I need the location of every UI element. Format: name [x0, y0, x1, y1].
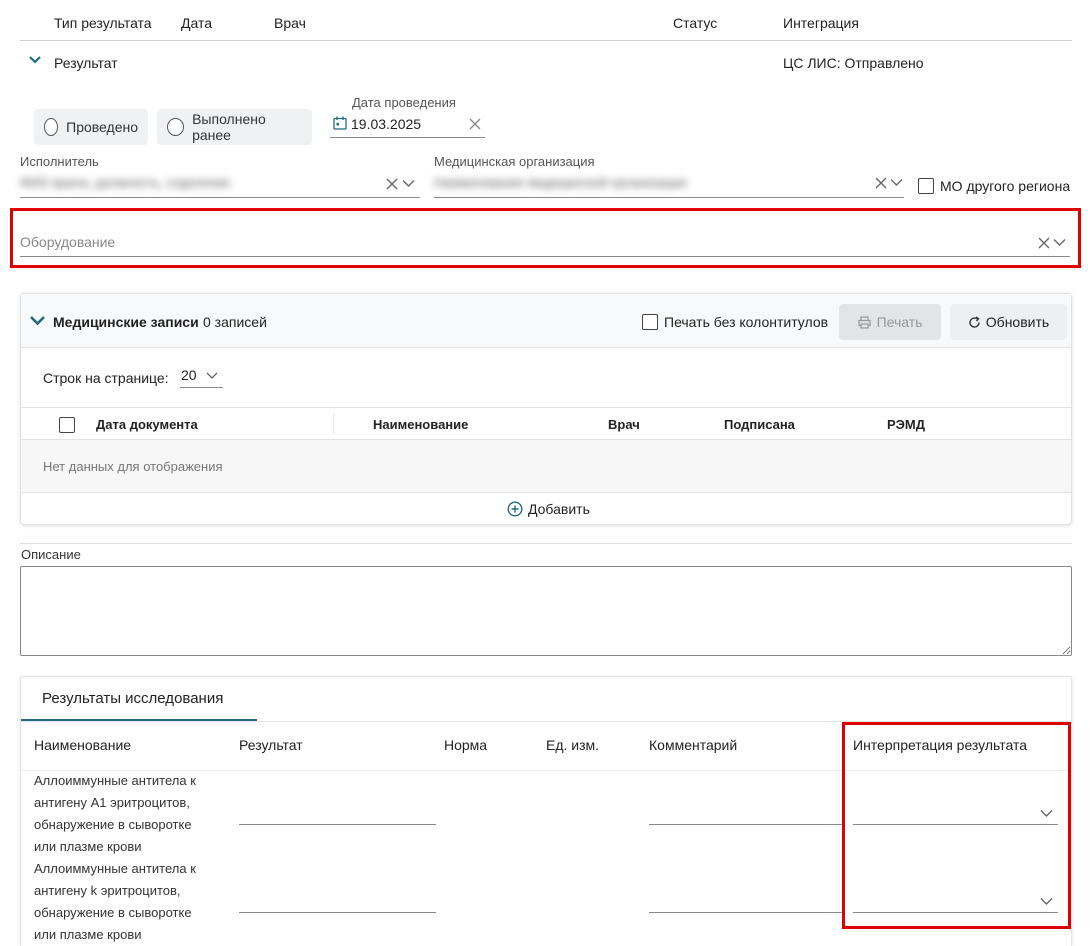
col-header-date: Дата	[181, 15, 213, 31]
description-textarea[interactable]	[20, 566, 1072, 656]
clear-icon[interactable]	[1038, 237, 1050, 249]
results-list: Тип результата Дата Врач Статус Интеграц…	[20, 8, 1072, 88]
equipment-placeholder: Оборудование	[20, 234, 116, 250]
row-name-line: антигену А1 эритроцитов,	[34, 795, 190, 810]
row-name-line: или плазме крови	[34, 839, 142, 854]
result-input[interactable]	[239, 887, 436, 913]
row-name-line: Аллоиммунные антитела к	[34, 773, 196, 788]
result-row-label[interactable]: Результат	[54, 55, 118, 71]
description-divider	[20, 543, 1072, 544]
row-name-line: обнаружение в сыворотке	[34, 817, 192, 832]
col-date-document[interactable]: Дата документа	[96, 417, 198, 432]
row-name-line: обнаружение в сыворотке	[34, 905, 192, 920]
header-divider	[20, 40, 1072, 41]
refresh-button-label: Обновить	[985, 314, 1050, 330]
col-res-unit: Ед. изм.	[546, 737, 600, 753]
col-signed[interactable]: Подписана	[724, 417, 795, 432]
empty-text: Нет данных для отображения	[43, 459, 223, 474]
refresh-button[interactable]: Обновить	[950, 304, 1067, 340]
date-value: 19.03.2025	[351, 116, 422, 132]
radio-circle-icon	[167, 118, 185, 136]
med-records-table-header: Дата документа Наименование Врач Подписа…	[21, 407, 1071, 440]
integration-status: ЦС ЛИС: Отправлено	[783, 55, 924, 71]
org-label: Медицинская организация	[434, 154, 595, 169]
chevron-down-icon[interactable]	[890, 178, 903, 187]
chevron-down-icon	[206, 372, 218, 380]
col-header-doctor: Врач	[274, 15, 306, 31]
radio-circle-icon	[44, 118, 59, 136]
plus-circle-icon	[507, 501, 523, 517]
med-records-title: Медицинские записи	[53, 314, 199, 330]
clear-icon[interactable]	[469, 118, 481, 130]
comment-input[interactable]	[649, 799, 845, 825]
chevron-down-icon[interactable]	[402, 179, 415, 188]
radio-done-label: Проведено	[66, 119, 138, 135]
checkbox-icon	[918, 178, 934, 194]
empty-row: Нет данных для отображения	[21, 440, 1071, 493]
col-res-name: Наименование	[34, 737, 132, 753]
select-all-checkbox[interactable]	[59, 417, 75, 433]
comment-input[interactable]	[649, 887, 845, 913]
org-select[interactable]: Наименование медицинской организации	[434, 170, 904, 198]
col-header-status: Статус	[673, 15, 718, 31]
date-label: Дата проведения	[352, 95, 456, 110]
date-field[interactable]: 19.03.2025	[330, 112, 485, 138]
med-records-header: Медицинские записи 0 записей Печать без …	[21, 294, 1071, 348]
tab-results-label: Результаты исследования	[42, 690, 224, 707]
calendar-icon[interactable]	[333, 116, 347, 130]
tab-results[interactable]: Результаты исследования	[21, 677, 257, 721]
col-res-result: Результат	[239, 737, 303, 753]
chevron-down-icon[interactable]	[29, 315, 46, 326]
printer-icon	[857, 315, 871, 329]
chevron-down-icon[interactable]	[28, 55, 42, 65]
add-record-button[interactable]: Добавить	[507, 501, 590, 517]
print-button-label: Печать	[876, 314, 923, 330]
col-res-norm: Норма	[444, 737, 488, 753]
med-records-panel: Медицинские записи 0 записей Печать без …	[20, 293, 1072, 525]
rows-per-page-value: 20	[181, 367, 197, 383]
refresh-icon	[968, 315, 981, 329]
rows-per-page-label: Строк на странице:	[43, 370, 169, 386]
radio-done[interactable]: Проведено	[34, 109, 148, 145]
other-region-label: МО другого региона	[940, 178, 1071, 194]
print-no-header-checkbox[interactable]: Печать без колонтитулов	[642, 314, 828, 330]
print-button[interactable]: Печать	[839, 304, 941, 340]
clear-icon[interactable]	[386, 178, 398, 190]
rows-per-page-select[interactable]: 20	[180, 364, 223, 388]
chevron-down-icon[interactable]	[1053, 238, 1066, 247]
row-name-line: антигену k эритроцитов,	[34, 883, 181, 898]
executor-label: Исполнитель	[20, 154, 99, 169]
result-input[interactable]	[239, 799, 436, 825]
col-header-integration: Интеграция	[783, 15, 859, 31]
col-name[interactable]: Наименование	[373, 417, 468, 432]
radio-earlier[interactable]: Выполнено ранее	[157, 109, 312, 145]
col-remd[interactable]: РЭМД	[887, 417, 925, 432]
table-row: Аллоиммунные антитела к антигену А1 эрит…	[34, 770, 224, 858]
executor-select[interactable]: ФИО врача, должность, отделение	[20, 170, 420, 198]
column-separator	[333, 414, 334, 434]
executor-value: ФИО врача, должность, отделение	[20, 175, 231, 190]
checkbox-icon	[642, 314, 658, 330]
other-region-checkbox[interactable]: МО другого региона	[918, 178, 1070, 194]
org-value: Наименование медицинской организации	[434, 175, 687, 190]
equipment-select[interactable]: Оборудование	[20, 230, 1070, 257]
radio-earlier-label: Выполнено ранее	[192, 111, 266, 143]
col-res-comment: Комментарий	[649, 737, 738, 753]
clear-icon[interactable]	[875, 177, 887, 189]
description-label: Описание	[21, 547, 81, 562]
print-no-header-label: Печать без колонтитулов	[664, 314, 829, 330]
highlight-interpretation	[842, 722, 1071, 929]
col-header-type: Тип результата	[54, 15, 152, 31]
med-records-count: 0 записей	[203, 314, 267, 330]
col-doctor[interactable]: Врач	[608, 417, 640, 432]
table-row: Аллоиммунные антитела к антигену k эритр…	[34, 858, 224, 946]
add-record-label: Добавить	[528, 501, 590, 517]
row-name-line: Аллоиммунные антитела к	[34, 861, 196, 876]
